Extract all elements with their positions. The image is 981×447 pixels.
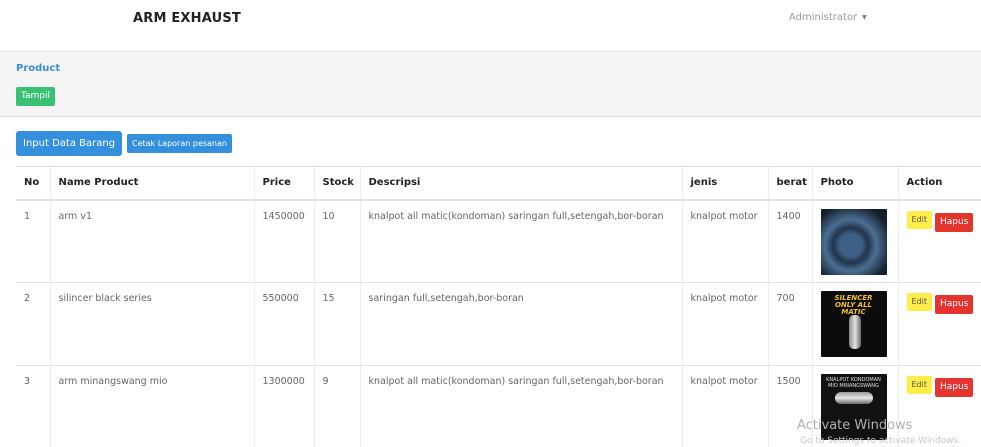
cetak-laporan-button[interactable]: Cetak Laporan pesanan: [127, 134, 232, 153]
cell-action: Edit Hapus: [897, 365, 981, 447]
hapus-button[interactable]: Hapus: [935, 212, 974, 232]
col-header-name: Name Product: [49, 166, 254, 201]
tampil-button[interactable]: Tampil: [16, 87, 56, 106]
panel-title: Product: [16, 63, 61, 74]
hapus-button[interactable]: Hapus: [935, 378, 974, 397]
product-photo: [820, 208, 887, 275]
cell-jenis: knalpot motor: [681, 282, 768, 366]
cell-stock: 15: [313, 282, 360, 366]
cell-photo: [811, 199, 898, 283]
cell-action: Edit Hapus: [897, 282, 981, 366]
cell-stock: 10: [313, 199, 360, 283]
cell-action: Edit Hapus: [897, 199, 981, 283]
cell-descripsi: saringan full,setengah,bor-boran: [359, 282, 682, 366]
col-header-descripsi: Descripsi: [359, 166, 682, 201]
col-header-jenis: jenis: [681, 166, 768, 201]
top-navbar: ARM EXHAUST Administrator ▼: [0, 0, 981, 52]
brand-title[interactable]: ARM EXHAUST: [133, 11, 241, 26]
edit-button[interactable]: Edit: [906, 376, 932, 394]
edit-button[interactable]: Edit: [906, 210, 932, 229]
cell-berat: 1400: [767, 199, 812, 283]
cell-name: arm v1: [49, 199, 254, 283]
user-name: Administrator: [789, 12, 858, 23]
cell-no: 3: [16, 365, 50, 447]
col-header-berat: berat: [767, 166, 812, 201]
hapus-button[interactable]: Hapus: [935, 295, 974, 314]
cell-photo: SILENCER ONLY ALL MATIC: [811, 282, 898, 366]
table-row: 1 arm v1 1450000 10 knalpot all matic(ko…: [16, 199, 981, 283]
col-header-no: No: [16, 166, 50, 201]
col-header-action: Action: [897, 166, 981, 201]
col-header-photo: Photo: [811, 166, 898, 201]
table-row: 2 silincer black series 550000 15 saring…: [16, 282, 981, 366]
product-table: No Name Product Price Stock Descripsi je…: [16, 166, 981, 447]
cell-photo: KNALPOT KONDOMAN MIO MINANGSWANG: [811, 365, 898, 447]
caret-down-icon: ▼: [862, 14, 867, 21]
user-menu[interactable]: Administrator ▼: [789, 12, 867, 23]
product-photo: KNALPOT KONDOMAN MIO MINANGSWANG: [820, 374, 887, 440]
cell-name: arm minangswang mio: [49, 365, 254, 447]
cell-name: silincer black series: [49, 282, 254, 366]
cell-price: 1450000: [253, 199, 314, 283]
cell-descripsi: knalpot all matic(kondoman) saringan ful…: [359, 199, 682, 283]
cell-price: 550000: [253, 282, 314, 366]
product-panel: Product Tampil: [0, 53, 981, 117]
col-header-stock: Stock: [313, 166, 360, 201]
table-header-row: No Name Product Price Stock Descripsi je…: [16, 166, 981, 201]
cell-berat: 700: [767, 282, 812, 366]
cell-jenis: knalpot motor: [681, 365, 768, 447]
cell-no: 1: [16, 199, 50, 283]
input-data-barang-button[interactable]: Input Data Barang: [16, 131, 123, 156]
photo-caption: KNALPOT KONDOMAN MIO MINANGSWANG: [826, 377, 881, 389]
cell-berat: 1500: [767, 365, 812, 447]
edit-button[interactable]: Edit: [906, 293, 932, 311]
cell-price: 1300000: [253, 365, 314, 447]
exhaust-shape: [834, 392, 873, 404]
product-photo: SILENCER ONLY ALL MATIC: [820, 291, 887, 357]
cell-stock: 9: [313, 365, 360, 447]
photo-caption: SILENCER ONLY ALL MATIC: [834, 294, 873, 316]
exhaust-shape: [848, 315, 861, 349]
cell-jenis: knalpot motor: [681, 199, 768, 283]
table-row: 3 arm minangswang mio 1300000 9 knalpot …: [16, 365, 981, 447]
col-header-price: Price: [253, 166, 314, 201]
cell-descripsi: knalpot all matic(kondoman) saringan ful…: [359, 365, 682, 447]
cell-no: 2: [16, 282, 50, 366]
